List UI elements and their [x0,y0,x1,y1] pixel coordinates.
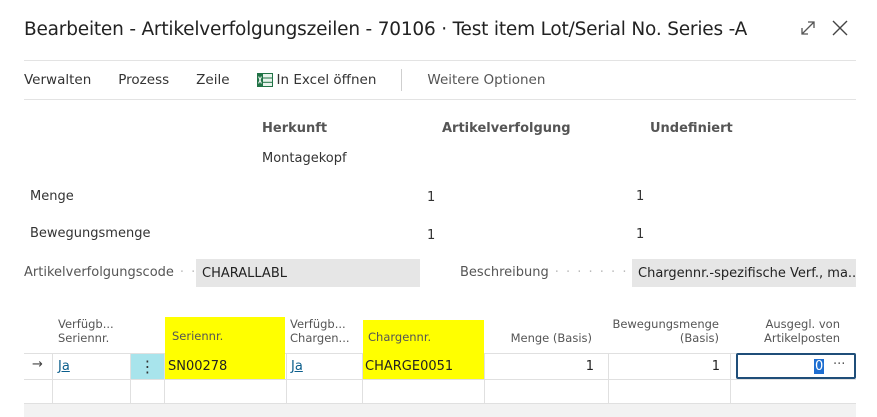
col-header-avail-serial[interactable]: Verfügb... Seriennr. [58,317,114,345]
cell-qty-base[interactable]: 1 [490,359,594,374]
page-title: Bearbeiten - Artikelverfolgungszeilen - … [24,19,748,40]
col-header-avail-lot[interactable]: Verfügb... Chargen... [290,317,350,345]
close-button[interactable] [827,14,853,42]
summary-source-name: Montagekopf [262,151,347,166]
col-header-lot-text: Chargennr. [368,330,432,344]
action-separator [401,69,403,91]
cell-move-qty[interactable]: 1 [612,359,720,374]
col-header-serial[interactable]: Seriennr. [165,317,285,353]
grid-vline [608,353,609,403]
grid-vline [286,353,287,403]
grid-footer [24,404,856,417]
summary-bewegung-herkunft: 1 [427,228,436,243]
field-beschreibung-value[interactable]: Chargennr.-spezifische Verf., ma... [632,259,856,287]
summary-header-undefiniert: Undefiniert [650,121,733,136]
summary-header-artikelverfolgung: Artikelverfolgung [442,121,571,136]
leader-dots: · · [179,265,197,280]
cell-serial[interactable]: SN00278 [168,359,227,374]
row-menu-button[interactable]: ⋮ [131,354,164,379]
excel-label: In Excel öffnen [276,72,377,88]
col-header-lot[interactable]: Chargennr. [363,320,484,353]
cell-avail-lot[interactable]: Ja [291,359,303,374]
action-prozess[interactable]: Prozess [118,72,169,88]
field-beschreibung-label-text: Beschreibung [460,265,549,280]
grid-vline [52,353,53,403]
cell-avail-serial[interactable]: Ja [58,359,70,374]
summary-bewegung-undefiniert: 1 [636,227,645,242]
summary-header-herkunft: Herkunft [262,121,328,136]
col-header-avail-lot-line2: Chargen... [290,331,350,345]
action-bar: Verwalten Prozess Zeile In Excel öffnen … [24,60,856,100]
summary-menge-undefiniert: 1 [636,189,645,204]
col-header-applied[interactable]: Ausgegl. von Artikelposten [738,317,840,345]
action-zeile[interactable]: Zeile [196,72,229,88]
expand-button[interactable] [795,14,821,42]
field-beschreibung-label: Beschreibung · · · · · · · · · [460,265,650,280]
expand-icon [801,21,815,35]
col-header-move-qty-line2: (Basis) [679,331,719,345]
action-open-in-excel[interactable]: In Excel öffnen [256,72,377,88]
col-header-applied-line2: Artikelposten [763,331,840,345]
row-pointer-icon: → [32,357,43,372]
summary-menge-herkunft: 1 [427,190,436,205]
more-icon[interactable]: ··· [833,357,845,372]
col-header-avail-lot-line1: Verfügb... [290,317,346,331]
row-menu-icon: ⋮ [139,357,156,376]
cell-applied-value[interactable]: 0 [814,359,825,374]
field-code-label-text: Artikelverfolgungscode [24,265,174,280]
col-header-qty-base[interactable]: Menge (Basis) [484,331,592,345]
col-header-move-qty[interactable]: Bewegungsmenge (Basis) [608,317,719,345]
summary-menge-label: Menge [30,189,74,204]
col-header-applied-line1: Ausgegl. von [765,317,840,331]
grid-vline [484,353,485,403]
close-icon [832,20,848,36]
field-code-label: Artikelverfolgungscode · · [24,265,197,280]
action-weitere-optionen[interactable]: Weitere Optionen [427,72,545,88]
col-header-move-qty-line1: Bewegungsmenge [612,317,719,331]
col-header-avail-serial-line1: Verfügb... [58,317,114,331]
cell-lot[interactable]: CHARGE0051 [365,359,453,374]
grid-vline [730,353,731,403]
excel-icon [256,73,273,87]
summary-bewegung-label: Bewegungsmenge [30,226,151,241]
col-header-serial-text: Seriennr. [172,329,224,343]
col-header-avail-serial-line2: Seriennr. [58,331,110,345]
field-code-value[interactable]: CHARALLABL [196,259,420,287]
grid-line [24,379,856,380]
action-verwalten[interactable]: Verwalten [24,72,91,88]
